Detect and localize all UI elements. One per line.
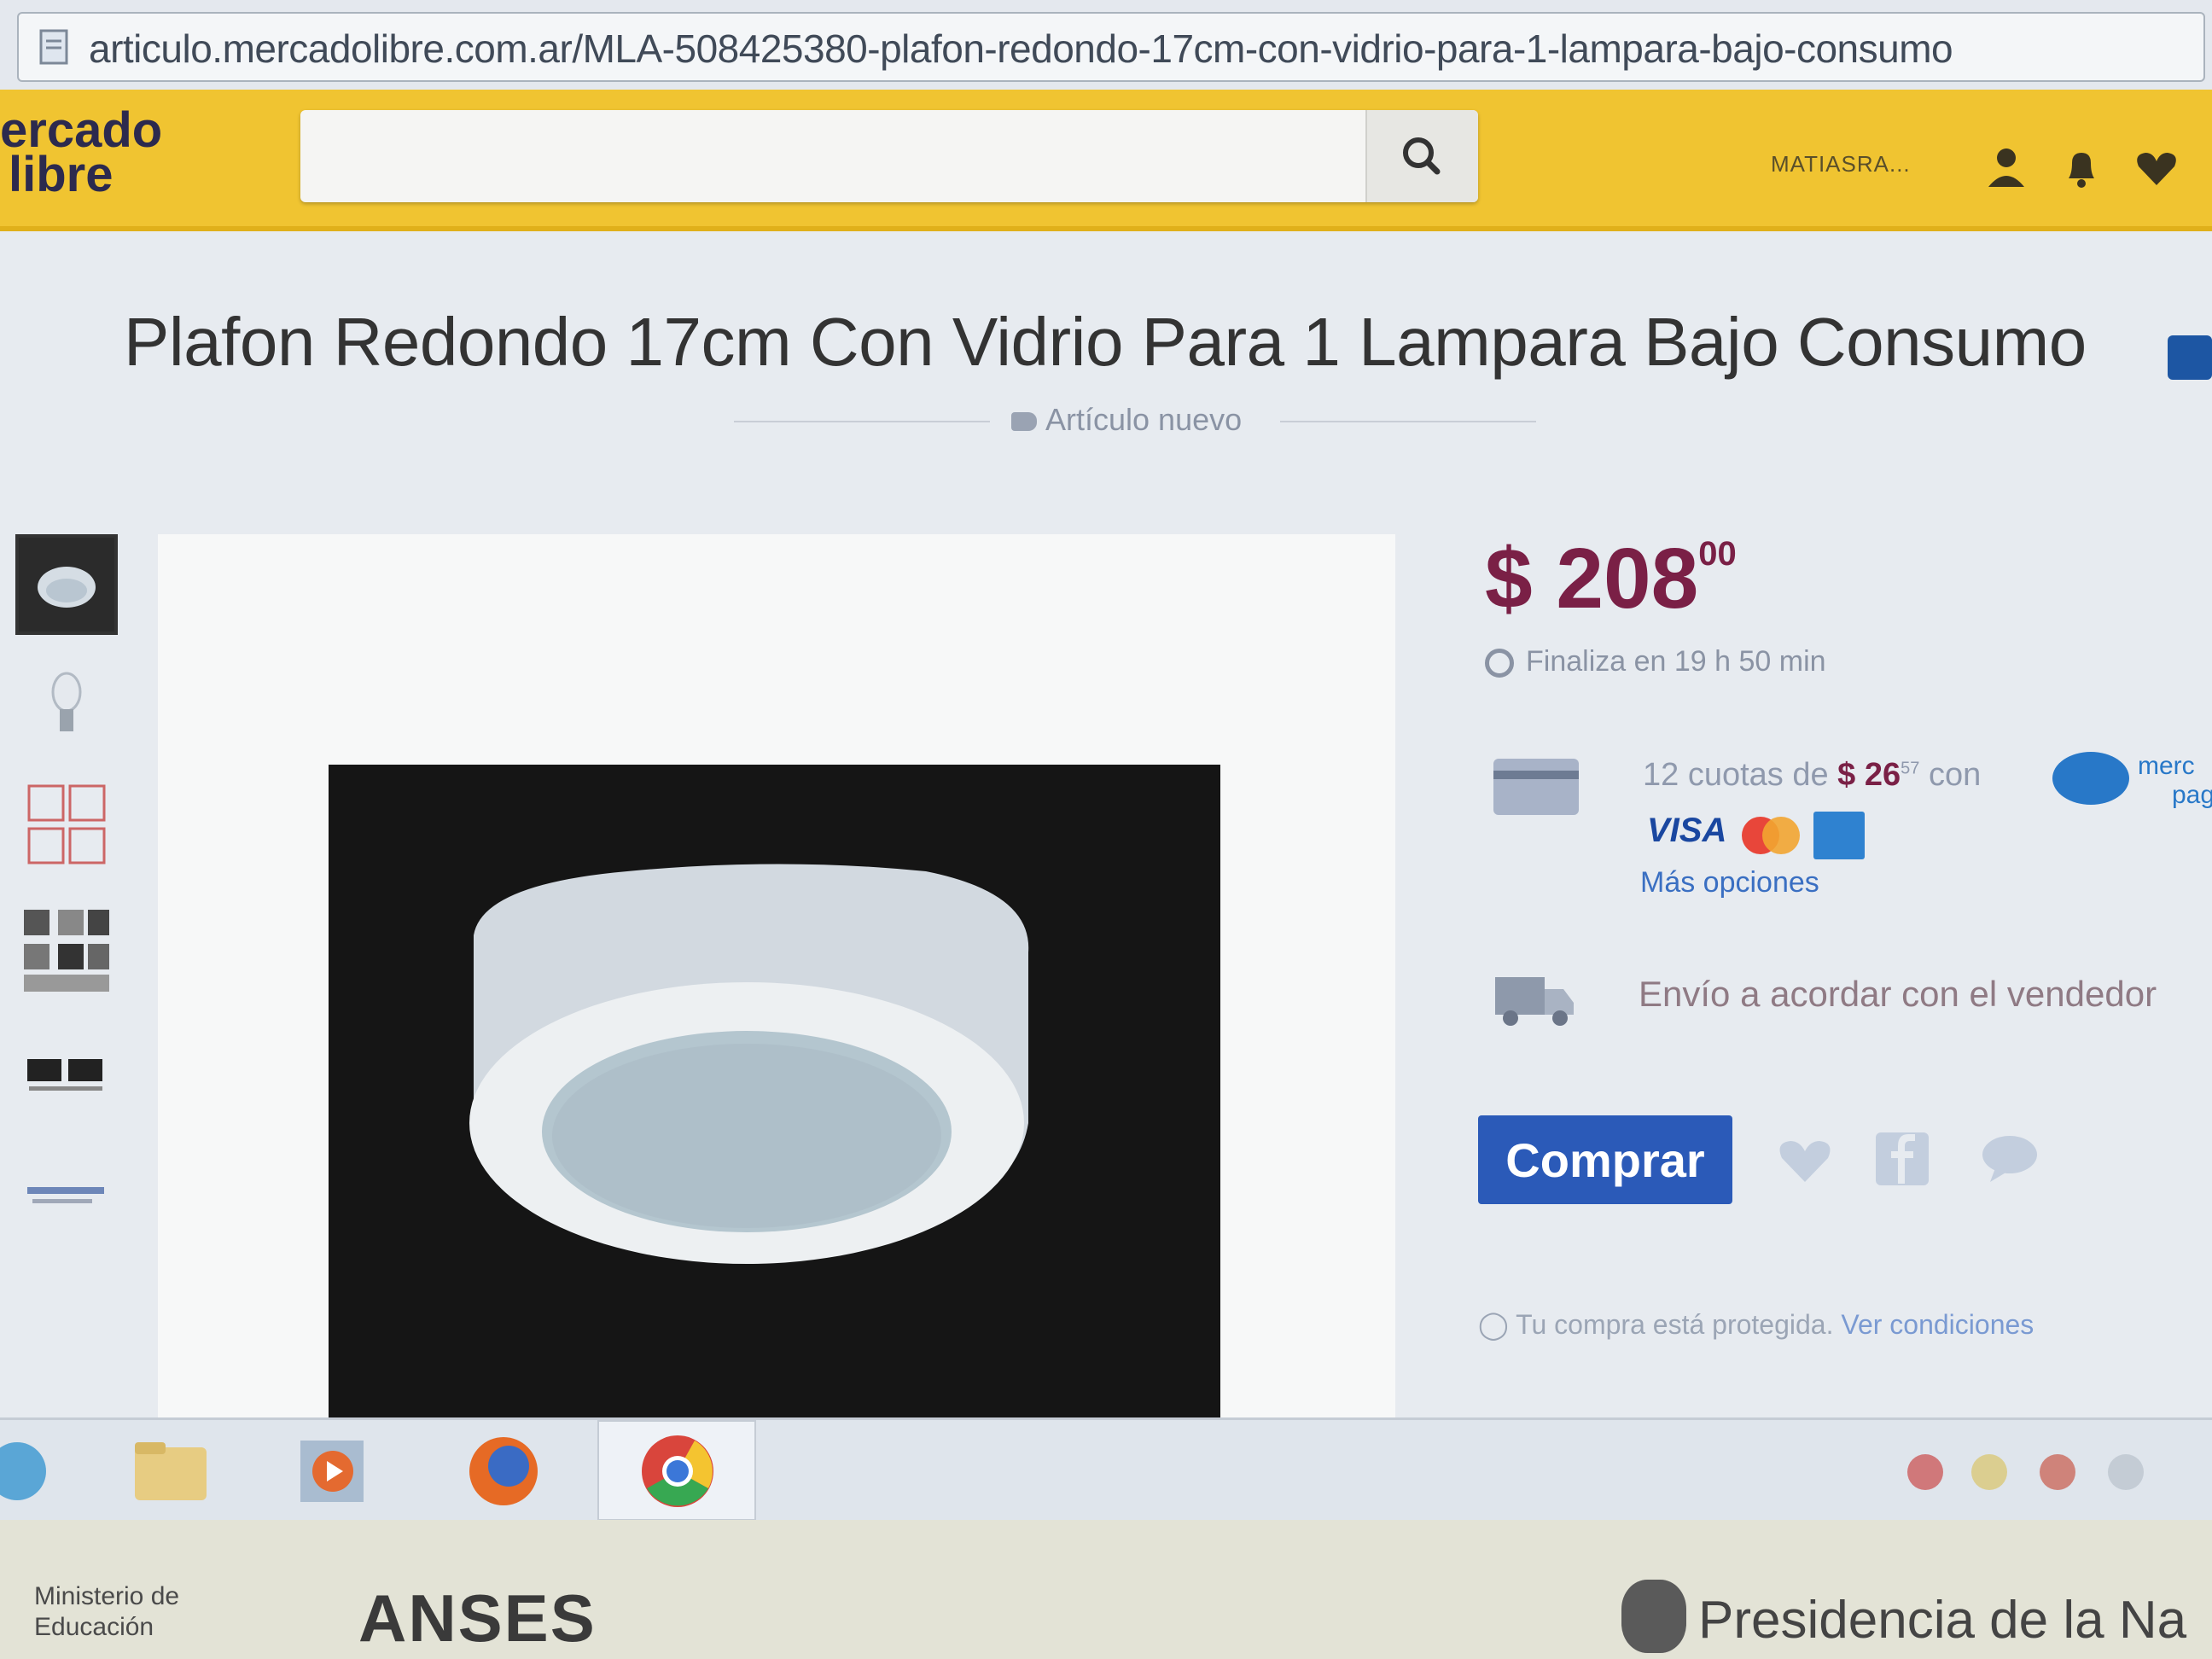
plafon-lamp-image <box>469 864 1029 1264</box>
url-text: articulo.mercadolibre.com.ar/MLA-5084253… <box>89 26 1953 71</box>
shipping-info: Envío a acordar con el vendedor <box>1639 974 2157 1014</box>
facebook-icon[interactable] <box>1871 1127 1934 1190</box>
share-icon[interactable] <box>2168 335 2212 380</box>
mercadolibre-logo[interactable]: ercado libre <box>0 106 162 202</box>
thumbnail-5[interactable] <box>15 1025 118 1126</box>
taskbar <box>0 1417 2212 1522</box>
price-cents: 00 <box>1698 535 1737 573</box>
clock-icon <box>1485 649 1514 678</box>
thumbnail-bulb-icon <box>51 672 82 731</box>
thumbnail-4[interactable] <box>15 901 118 1002</box>
thumbnail-small-logo-icon <box>27 1187 104 1203</box>
tag-icon <box>1011 412 1037 432</box>
divider-left <box>734 421 990 422</box>
thumbnail-3[interactable] <box>15 777 118 878</box>
installments-with: con <box>1928 757 1982 793</box>
site-header: ercado libre MATIASRA... <box>0 90 2212 231</box>
condition-text: Artículo nuevo <box>1045 402 1243 437</box>
bell-icon[interactable] <box>2057 143 2106 192</box>
monitor-bezel: Ministerio de Educación ANSES Presidenci… <box>0 1520 2212 1659</box>
installment-cents: 57 <box>1901 759 1920 778</box>
thumbnail-catalog-icon <box>24 910 109 992</box>
product-title: Plafon Redondo 17cm Con Vidrio Para 1 La… <box>124 304 2087 380</box>
mercadopago-text: merc pag <box>2138 752 2212 810</box>
search-box <box>300 110 1478 202</box>
comment-bubble-icon[interactable] <box>1978 1127 2041 1190</box>
installments-text: 12 cuotas de <box>1643 757 1829 793</box>
installments-info: 12 cuotas de $ 2657 con <box>1643 757 1981 794</box>
thumbnail-2[interactable] <box>15 658 118 759</box>
buy-button[interactable]: Comprar <box>1478 1115 1732 1204</box>
shield-icon: ◯ <box>1478 1309 1509 1340</box>
thumbnail-plafon-icon <box>38 567 96 608</box>
ends-in-text: Finaliza en 19 h 50 min <box>1526 645 1826 678</box>
price-symbol: $ <box>1485 531 1533 626</box>
price: $ 20800 <box>1485 530 1737 628</box>
main-image-container[interactable] <box>158 534 1395 1417</box>
national-seal-icon <box>1621 1580 1686 1653</box>
tray-flag-icon[interactable] <box>1971 1454 2007 1490</box>
thumbnail-6[interactable] <box>15 1144 118 1245</box>
more-payment-options-link[interactable]: Más opciones <box>1640 866 1819 899</box>
installment-amount: $ 26 <box>1837 757 1901 793</box>
folder-icon[interactable] <box>128 1429 213 1514</box>
visa-logo: VISA <box>1647 812 1727 849</box>
amex-logo-icon <box>1813 812 1865 859</box>
user-icon[interactable] <box>1982 143 2031 192</box>
browser-address-bar: articulo.mercadolibre.com.ar/MLA-5084253… <box>0 0 2212 92</box>
ie-icon[interactable] <box>0 1429 60 1514</box>
chrome-icon <box>642 1435 713 1507</box>
page-icon <box>39 29 68 65</box>
thumbnail-1[interactable] <box>15 534 118 635</box>
search-button[interactable] <box>1365 110 1478 202</box>
search-input[interactable] <box>300 110 1359 202</box>
ministerio-label: Ministerio de Educación <box>34 1581 179 1643</box>
mastercard-logo-icon <box>1742 817 1800 854</box>
tray-network-icon[interactable] <box>1907 1454 1943 1490</box>
product-photo <box>329 765 1220 1417</box>
mp-text-line-1: merc <box>2138 752 2195 780</box>
user-name[interactable]: MATIASRA... <box>1771 151 1911 178</box>
condition-badge: Artículo nuevo <box>1011 402 1242 438</box>
truck-icon <box>1495 977 1574 1026</box>
protected-text: Tu compra está protegida. <box>1516 1309 1834 1340</box>
price-amount: 208 <box>1556 531 1699 626</box>
taskbar-active-app[interactable] <box>597 1420 756 1521</box>
ministerio-line-1: Ministerio de <box>34 1582 180 1610</box>
purchase-protection: ◯ Tu compra está protegida. Ver condicio… <box>1478 1308 2034 1341</box>
anses-logo: ANSES <box>358 1580 597 1656</box>
favorite-heart-icon[interactable] <box>1773 1127 1837 1190</box>
tray-power-icon[interactable] <box>2108 1454 2144 1490</box>
auction-end: Finaliza en 19 h 50 min <box>1485 645 1826 678</box>
media-player-icon[interactable] <box>290 1429 375 1514</box>
divider-right <box>1280 421 1536 422</box>
heart-icon[interactable] <box>2132 143 2181 192</box>
search-icon <box>1403 137 1441 175</box>
thumbnail-diagram-icon <box>27 784 106 864</box>
presidencia-label: Presidencia de la Na <box>1698 1591 2187 1650</box>
url-field[interactable]: articulo.mercadolibre.com.ar/MLA-5084253… <box>17 12 2205 82</box>
logo-line-2: libre <box>9 147 114 202</box>
tray-volume-icon[interactable] <box>2040 1454 2075 1490</box>
product-page: Plafon Redondo 17cm Con Vidrio Para 1 La… <box>0 231 2212 1417</box>
view-conditions-link[interactable]: Ver condiciones <box>1841 1309 2034 1340</box>
mp-text-line-2: pag <box>2172 781 2212 809</box>
thumbnail-brand-logo-icon <box>27 1059 102 1091</box>
firefox-icon[interactable] <box>461 1429 546 1514</box>
mercadopago-logo-icon <box>2052 752 2129 805</box>
credit-card-icon <box>1493 759 1579 815</box>
ministerio-line-2: Educación <box>34 1613 154 1641</box>
